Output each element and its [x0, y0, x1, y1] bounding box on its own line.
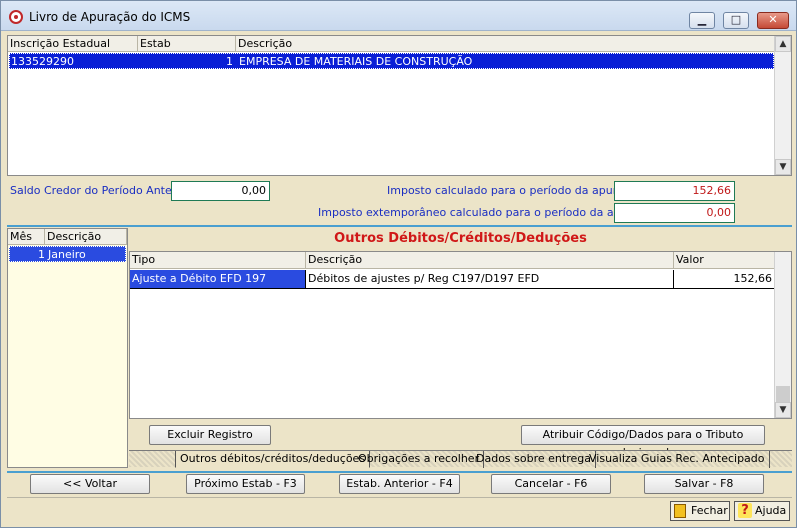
- col-header-inscricao[interactable]: Inscrição Estadual: [8, 36, 138, 52]
- fechar-button[interactable]: Fechar: [670, 501, 730, 521]
- tab-obrigacoes[interactable]: Obrigações a recolher: [354, 451, 485, 468]
- col-header-valor[interactable]: Valor: [674, 252, 775, 269]
- salvar-button[interactable]: Salvar - F8: [644, 474, 764, 494]
- col-header-estab[interactable]: Estab Centralizador: [138, 36, 236, 65]
- col-header-mes-descricao[interactable]: Descrição: [45, 229, 127, 245]
- close-button[interactable]: ✕: [757, 12, 789, 29]
- vertical-scrollbar[interactable]: ▼: [774, 252, 791, 418]
- excluir-button[interactable]: Excluir Registro: [149, 425, 271, 445]
- separator: [7, 225, 792, 227]
- col-header-mes[interactable]: Mês: [8, 229, 45, 245]
- col-header-tipo[interactable]: Tipo: [130, 252, 306, 269]
- mes-name: Janeiro: [48, 248, 86, 261]
- saldo-label: Saldo Credor do Período Anterior: [10, 184, 191, 197]
- section-title: Outros Débitos/Créditos/Deduções: [334, 231, 587, 246]
- saldo-field[interactable]: 0,00: [171, 181, 270, 201]
- tab-dados-entrega[interactable]: Dados sobre entrega: [472, 451, 596, 468]
- cell-descricao[interactable]: Débitos de ajustes p/ Reg C197/D197 EFD: [306, 270, 674, 289]
- list-item[interactable]: 1 Janeiro: [9, 246, 126, 262]
- tab-strip: Outros débitos/créditos/deduções Obrigaç…: [129, 450, 792, 468]
- tab-outros-debitos[interactable]: Outros débitos/créditos/deduções: [175, 451, 371, 468]
- separator: [7, 497, 792, 498]
- cell-estab: 1: [226, 55, 233, 68]
- main-window: Livro de Apuração do ICMS ▁ □ ✕ Inscriçã…: [0, 0, 797, 528]
- scroll-down-icon[interactable]: ▼: [775, 402, 791, 418]
- mes-number: 1: [38, 248, 45, 261]
- col-header-descricao[interactable]: Descrição: [306, 252, 674, 269]
- app-icon: [9, 10, 23, 24]
- cell-tipo[interactable]: Ajuste a Débito EFD 197: [130, 270, 306, 289]
- ajustes-grid[interactable]: Tipo Descrição Valor Ajuste a Débito EFD…: [129, 251, 792, 419]
- voltar-button[interactable]: << Voltar: [30, 474, 150, 494]
- tab-guias[interactable]: Visualiza Guias Rec. Antecipado: [585, 451, 770, 468]
- cell-inscricao: 133529290: [11, 55, 74, 68]
- extemp-label: Imposto extemporâneo calculado para o pe…: [318, 206, 659, 219]
- help-icon: ?: [738, 503, 752, 518]
- scroll-down-icon[interactable]: ▼: [775, 159, 791, 175]
- scroll-up-icon[interactable]: ▲: [775, 36, 791, 52]
- scroll-thumb[interactable]: [776, 386, 790, 402]
- atribuir-button[interactable]: Atribuir Código/Dados para o Tributo sel…: [521, 425, 765, 459]
- cell-descricao: EMPRESA DE MATERIAIS DE CONSTRUÇÃO: [239, 55, 473, 68]
- maximize-button[interactable]: □: [723, 12, 749, 29]
- fechar-label: Fechar: [691, 504, 728, 517]
- estab-anterior-button[interactable]: Estab. Anterior - F4: [339, 474, 460, 494]
- months-list[interactable]: Mês Descrição 1 Janeiro: [7, 228, 128, 468]
- window-title: Livro de Apuração do ICMS: [29, 10, 191, 24]
- title-bar: Livro de Apuração do ICMS ▁ □ ✕: [1, 1, 796, 31]
- col-header-descricao[interactable]: Descrição: [236, 36, 775, 52]
- imposto-label: Imposto calculado para o período da apur…: [387, 184, 644, 197]
- minimize-button[interactable]: ▁: [689, 12, 715, 29]
- cell-valor[interactable]: 152,66: [674, 270, 775, 289]
- proximo-estab-button[interactable]: Próximo Estab - F3: [186, 474, 305, 494]
- table-row[interactable]: 133529290 1 EMPRESA DE MATERIAIS DE CONS…: [9, 53, 774, 69]
- imposto-field[interactable]: 152,66: [614, 181, 735, 201]
- vertical-scrollbar[interactable]: ▲ ▼: [774, 36, 791, 175]
- door-icon: [674, 504, 686, 518]
- extemp-field[interactable]: 0,00: [614, 203, 735, 223]
- ajuda-button[interactable]: ? Ajuda: [734, 501, 790, 521]
- ajuda-label: Ajuda: [755, 504, 787, 517]
- inscricao-grid[interactable]: Inscrição Estadual Estab Centralizador D…: [7, 35, 792, 176]
- cancelar-button[interactable]: Cancelar - F6: [491, 474, 611, 494]
